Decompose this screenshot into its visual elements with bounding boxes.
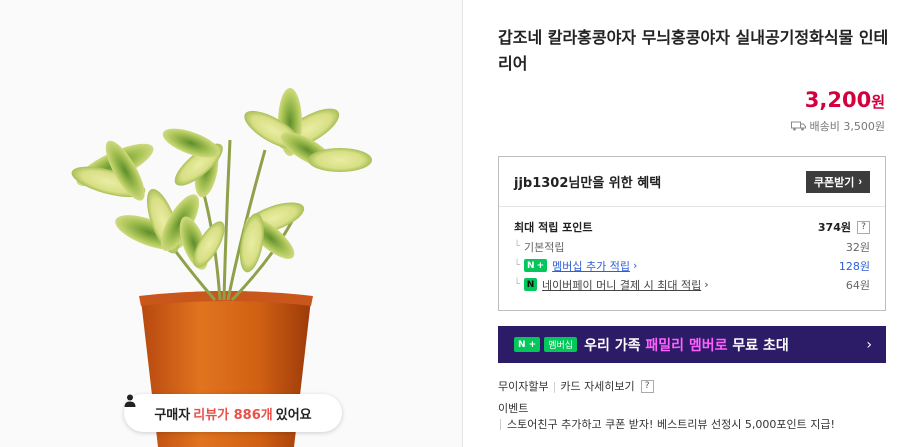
card-info-row: 무이자할부 | 카드 자세히보기 ? — [498, 378, 654, 394]
points-row-membership[interactable]: └ N + 멤버십 추가 적립 › 128원 — [514, 256, 870, 275]
chevron-right-icon: › — [632, 259, 638, 272]
points-row-value: 32원 — [845, 240, 870, 254]
coupon-button[interactable]: 쿠폰받기 › — [805, 170, 870, 193]
truck-icon — [790, 121, 806, 131]
panel-divider — [462, 0, 463, 447]
branch-icon: └ — [514, 279, 521, 290]
branch-icon: └ — [514, 260, 521, 271]
installment-label: 무이자할부 — [498, 380, 549, 393]
person-icon — [124, 394, 136, 407]
review-prefix: 구매자 — [154, 407, 191, 423]
points-row-npay[interactable]: └ N 네이버페이 머니 결제 시 최대 적립 › 64원 — [514, 275, 870, 294]
event-text-row: 스토어친구 추가하고 쿠폰 받자! 베스트리뷰 선정시 5,000포인트 지급! — [500, 416, 835, 432]
chevron-right-icon: › — [704, 278, 709, 291]
product-title: 갑조네 칼라홍콩야자 무늬홍콩야자 실내공기정화식물 인테리어 — [498, 28, 889, 73]
membership-banner[interactable]: N + 멤버십 우리 가족 패밀리 멤버로 무료 초대 › — [498, 326, 886, 363]
shipping-text: 배송비 3,500원 — [809, 120, 885, 133]
product-price: 3,200원 — [805, 88, 885, 112]
help-icon[interactable]: ? — [857, 220, 870, 234]
membership-accent: 패밀리 멤버로 — [645, 337, 728, 354]
help-icon[interactable]: ? — [640, 379, 654, 393]
price-amount: 3,200 — [804, 88, 872, 112]
points-row-value: 64원 — [845, 278, 870, 292]
potted-plant-illustration — [71, 88, 372, 447]
branch-icon: └ — [514, 241, 521, 252]
points-row-basic: └ 기본적립 32원 — [514, 237, 870, 256]
event-text: 스토어친구 추가하고 쿠폰 받자! 베스트리뷰 선정시 5,000포인트 지급! — [507, 418, 835, 431]
benefit-box: jjb1302님만을 위한 혜택 쿠폰받기 › 최대 적립 포인트 374원 ?… — [498, 156, 886, 311]
benefit-title: jjb1302님만을 위한 혜택 — [514, 176, 662, 191]
naver-plus-badge-icon: N + — [524, 259, 548, 272]
event-bar — [500, 418, 501, 430]
membership-text: 우리 가족 패밀리 멤버로 무료 초대 — [584, 337, 789, 354]
benefit-header: jjb1302님만을 위한 혜택 쿠폰받기 › — [499, 157, 885, 207]
points-row-value: 128원 — [838, 259, 870, 273]
separator: | — [552, 379, 557, 393]
naver-plus-badge-icon: N + — [514, 337, 541, 352]
chevron-right-icon: › — [866, 336, 872, 353]
naver-pay-icon: N — [524, 278, 538, 291]
event-label: 이벤트 — [498, 402, 529, 415]
review-suffix: 있어요 — [275, 407, 312, 423]
points-row-label: 기본적립 — [524, 240, 565, 254]
npay-points-link[interactable]: 네이버페이 머니 결제 시 최대 적립 — [542, 277, 701, 293]
max-points-label: 최대 적립 포인트 — [514, 221, 593, 234]
membership-badge: 멤버십 — [544, 337, 578, 352]
product-image[interactable]: 구매자 리뷰가 886개 있어요 — [0, 0, 462, 447]
max-points-value: 374원 — [817, 221, 851, 234]
price-unit: 원 — [871, 93, 885, 111]
chevron-right-icon: › — [858, 175, 862, 188]
membership-points-link[interactable]: 멤버십 추가 적립 — [552, 258, 630, 274]
review-count-pill[interactable]: 구매자 리뷰가 886개 있어요 — [124, 394, 342, 432]
card-detail-link[interactable]: 카드 자세히보기 — [560, 378, 634, 394]
shipping-fee: 배송비 3,500원 — [790, 118, 885, 134]
coupon-button-label: 쿠폰받기 — [813, 176, 855, 189]
review-highlight: 리뷰가 886개 — [193, 407, 273, 423]
points-section: 최대 적립 포인트 374원 ? └ 기본적립 32원 └ N + 멤버십 추가 적립 ›… — [499, 207, 885, 294]
max-points-row: 최대 적립 포인트 374원 ? — [514, 217, 870, 237]
